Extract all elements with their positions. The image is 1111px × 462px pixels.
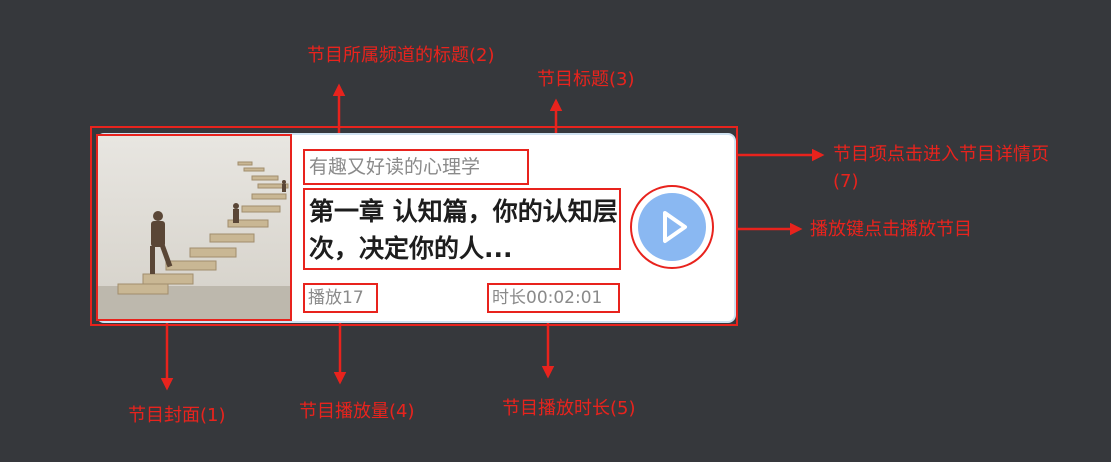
channel-title: 有趣又好读的心理学 [303, 149, 529, 185]
play-button-outline [630, 185, 714, 269]
annotation-item-click-number: (7) [833, 171, 859, 192]
program-duration: 时长00:02:01 [487, 283, 620, 313]
annotation-plays: 节目播放量(4) [299, 401, 415, 422]
program-cover-image [96, 134, 292, 321]
annotation-cover: 节目封面(1) [128, 405, 226, 426]
annotation-title: 节目标题(3) [537, 69, 635, 90]
annotation-duration: 节目播放时长(5) [502, 398, 636, 419]
annotation-channel: 节目所属频道的标题(2) [307, 45, 495, 66]
annotation-play-button: 播放键点击播放节目 [810, 219, 972, 240]
play-count: 播放17 [303, 283, 378, 313]
annotation-item-click: 节目项点击进入节目详情页 [833, 144, 1049, 165]
program-title: 第一章 认知篇，你的认知层次，决定你的人... [303, 188, 621, 270]
